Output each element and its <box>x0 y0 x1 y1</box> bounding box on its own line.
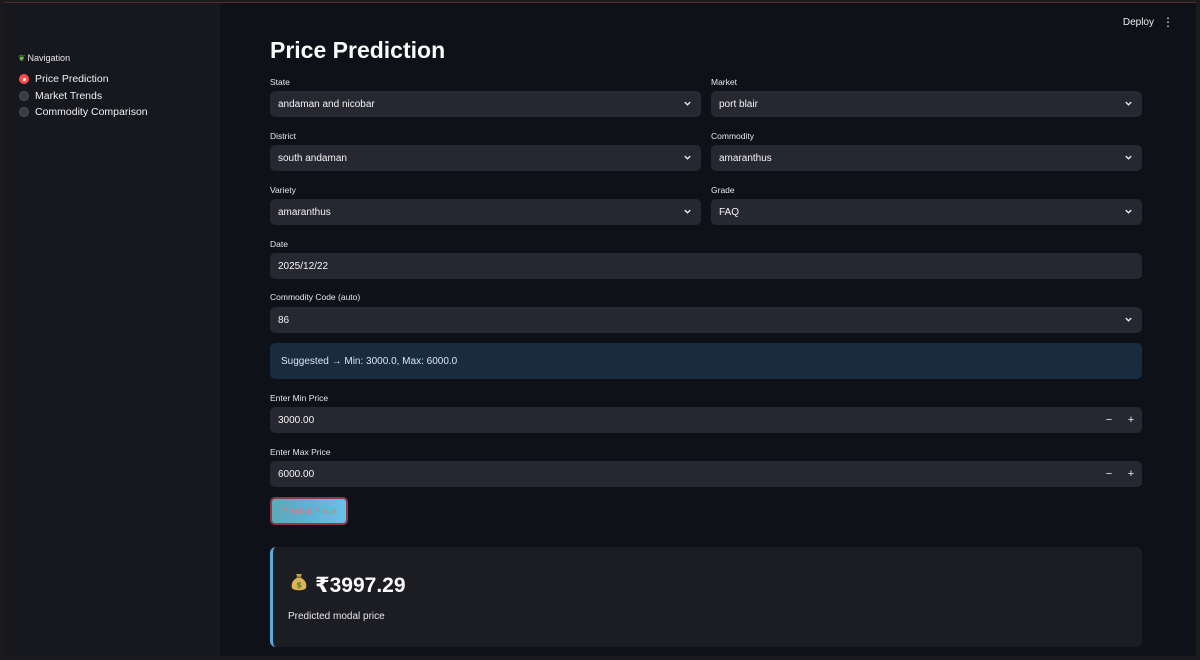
app-window: ❦ Navigation Price Prediction Market Tren… <box>4 2 1196 656</box>
state-label: State <box>270 77 290 87</box>
kebab-menu-icon[interactable]: ⋮ <box>1162 16 1174 28</box>
variety-select[interactable]: amaranthus <box>270 199 701 225</box>
chevron-down-icon <box>683 207 692 216</box>
grade-select[interactable]: FAQ <box>711 199 1142 225</box>
min-price-label: Enter Min Price <box>270 393 329 403</box>
min-price-input[interactable]: 3000.00 − + <box>270 407 1142 433</box>
chevron-down-icon <box>1124 315 1133 324</box>
chevron-down-icon <box>1124 153 1133 162</box>
money-bag-icon: $ <box>290 572 308 592</box>
min-price-value: 3000.00 <box>278 414 315 426</box>
max-price-label: Enter Max Price <box>270 447 331 457</box>
state-value: andaman and nicobar <box>278 98 375 110</box>
commodity-label: Commodity <box>711 131 754 141</box>
max-price-input[interactable]: 6000.00 − + <box>270 461 1142 487</box>
date-label: Date <box>270 239 288 249</box>
commodity-value: amaranthus <box>719 152 772 164</box>
navigation-title: ❦ Navigation <box>18 53 71 63</box>
state-select[interactable]: andaman and nicobar <box>270 91 701 117</box>
nav-item-price-prediction[interactable]: Price Prediction <box>19 73 109 85</box>
radio-selected-icon <box>19 74 29 84</box>
nav-item-commodity-comparison[interactable]: Commodity Comparison <box>19 106 148 118</box>
grade-label: Grade <box>711 185 735 195</box>
district-label: District <box>270 131 296 141</box>
result-card: $ ₹3997.29 Predicted modal price <box>270 547 1142 647</box>
market-value: port blair <box>719 98 758 110</box>
leaf-icon: ❦ <box>18 53 26 63</box>
commodity-code-select[interactable]: 86 <box>270 307 1142 333</box>
svg-text:$: $ <box>296 581 302 590</box>
suggestion-info-box: Suggested → Min: 3000.0, Max: 6000.0 <box>270 343 1142 379</box>
suggestion-text: Suggested → Min: 3000.0, Max: 6000.0 <box>281 355 458 367</box>
nav-item-label: Commodity Comparison <box>35 106 148 118</box>
chevron-down-icon <box>1124 99 1133 108</box>
commodity-code-label: Commodity Code (auto) <box>270 292 361 302</box>
commodity-code-value: 86 <box>278 314 290 326</box>
date-value: 2025/12/22 <box>278 260 329 272</box>
chevron-down-icon <box>683 99 692 108</box>
commodity-select[interactable]: amaranthus <box>711 145 1142 171</box>
radio-unselected-icon <box>19 107 29 117</box>
increment-button[interactable]: + <box>1120 461 1142 487</box>
predict-price-button[interactable]: Predict Price <box>270 497 348 525</box>
page-title: Price Prediction <box>270 37 446 63</box>
variety-label: Variety <box>270 185 296 195</box>
district-value: south andaman <box>278 152 347 164</box>
grade-value: FAQ <box>719 206 740 218</box>
deploy-button[interactable]: Deploy <box>1123 17 1154 28</box>
district-select[interactable]: south andaman <box>270 145 701 171</box>
nav-item-market-trends[interactable]: Market Trends <box>19 90 102 102</box>
predicted-price: ₹3997.29 <box>315 574 406 597</box>
market-select[interactable]: port blair <box>711 91 1142 117</box>
max-price-value: 6000.00 <box>278 468 315 480</box>
radio-unselected-icon <box>19 91 29 101</box>
nav-item-label: Market Trends <box>35 90 103 102</box>
increment-button[interactable]: + <box>1120 407 1142 433</box>
decrement-button[interactable]: − <box>1098 461 1120 487</box>
nav-item-label: Price Prediction <box>35 73 109 85</box>
predicted-price-caption: Predicted modal price <box>288 611 385 622</box>
chevron-down-icon <box>1124 207 1133 216</box>
date-input[interactable]: 2025/12/22 <box>270 253 1142 279</box>
chevron-down-icon <box>683 153 692 162</box>
market-label: Market <box>711 77 737 87</box>
sidebar: ❦ Navigation Price Prediction Market Tren… <box>4 3 220 656</box>
variety-value: amaranthus <box>278 206 331 218</box>
decrement-button[interactable]: − <box>1098 407 1120 433</box>
